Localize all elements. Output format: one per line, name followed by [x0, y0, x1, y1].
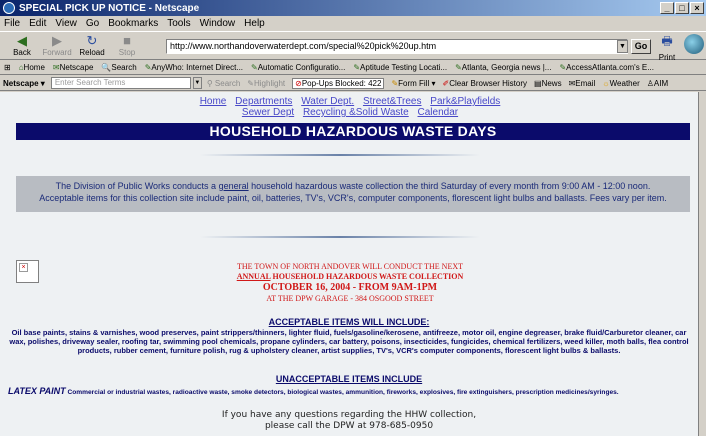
acceptable-items: Oil base paints, stains & varnishes, woo… — [9, 328, 689, 355]
bookmark-accessatlanta[interactable]: ✎AccessAtlanta.com's E... — [559, 63, 653, 72]
go-button[interactable]: Go — [631, 39, 651, 54]
menu-file[interactable]: File — [4, 18, 20, 29]
menu-edit[interactable]: Edit — [29, 18, 46, 29]
window-title: SPECIAL PICK UP NOTICE - Netscape — [19, 2, 200, 14]
unacceptable-items: LATEX PAINT Commercial or industrial was… — [8, 386, 619, 397]
nav-link-recycling[interactable]: Recycling &Solid Waste — [303, 107, 409, 118]
reload-label: Reload — [79, 48, 105, 57]
reload-button[interactable]: ↻ Reload — [76, 33, 108, 58]
search-toolbar: Netscape ▾ Enter Search Terms ▼ ⚲ Search… — [0, 76, 706, 91]
print-button[interactable]: 🖶 Print — [654, 32, 680, 62]
collection-notice: THE TOWN OF NORTH ANDOVER WILL CONDUCT T… — [160, 262, 540, 304]
bookmark-anywho[interactable]: ✎AnyWho: Internet Direct... — [145, 63, 243, 72]
nav-link-sewer-dept[interactable]: Sewer Dept — [242, 107, 294, 118]
sun-icon: ☼ — [602, 78, 610, 88]
search-input[interactable]: Enter Search Terms — [50, 77, 191, 89]
notice-date: OCTOBER 16, 2004 - FROM 9AM-1PM — [262, 282, 438, 293]
menu-bookmarks[interactable]: Bookmarks — [108, 18, 158, 29]
page-title-banner: HOUSEHOLD HAZARDOUS WASTE DAYS — [16, 123, 690, 140]
bookmark-atlanta[interactable]: ✎Atlanta, Georgia news |... — [455, 63, 551, 72]
bookmark-home[interactable]: ⌂Home — [19, 63, 45, 72]
nav-link-calendar[interactable]: Calendar — [418, 107, 459, 118]
menu-tools[interactable]: Tools — [167, 18, 190, 29]
vertical-scrollbar[interactable] — [698, 92, 706, 436]
nav-link-home[interactable]: Home — [200, 96, 227, 107]
bookmarks-bar: ⊞ ⌂Home ✉Netscape 🔍Search ✎AnyWho: Inter… — [0, 60, 706, 75]
menu-go[interactable]: Go — [86, 18, 99, 29]
site-nav: Home Departments Water Dept. Street&Tree… — [180, 96, 520, 118]
intro-paragraph: The Division of Public Works conducts a … — [16, 176, 690, 212]
news-button[interactable]: ▤News — [534, 79, 562, 88]
unacceptable-heading: UNACCEPTABLE ITEMS INCLUDE — [275, 374, 423, 384]
notice-line2: ANNUAL HOUSEHOLD HAZARDOUS WASTE COLLECT… — [236, 272, 464, 281]
bookmark-search[interactable]: 🔍Search — [101, 63, 136, 72]
netscape-logo — [684, 34, 704, 54]
nav-link-park-playfields[interactable]: Park&Playfields — [430, 96, 500, 107]
menu-view[interactable]: View — [55, 18, 77, 29]
highlighter-icon: ✎ — [247, 78, 254, 88]
nav-link-departments[interactable]: Departments — [235, 96, 292, 107]
back-label: Back — [13, 48, 31, 57]
title-bar: SPECIAL PICK UP NOTICE - Netscape _ □ × — [0, 0, 706, 16]
netscape-menu-button[interactable]: Netscape ▾ — [3, 79, 45, 88]
mail-icon: ✉ — [52, 62, 60, 72]
bookmark-aptitude[interactable]: ✎Aptitude Testing Locati... — [353, 63, 447, 72]
url-input[interactable]: http://www.northandoverwaterdept.com/spe… — [166, 39, 628, 54]
search-dropdown-icon[interactable]: ▼ — [192, 77, 202, 89]
search-button[interactable]: ⚲ Search — [207, 79, 240, 88]
divider — [200, 154, 480, 156]
broken-image-placeholder: × — [16, 260, 39, 283]
aim-icon: ♙ — [646, 78, 654, 88]
bookmark-netscape[interactable]: ✉Netscape — [53, 63, 94, 72]
back-button[interactable]: ◀ Back — [6, 33, 38, 58]
maximize-button[interactable]: □ — [675, 2, 689, 14]
stop-icon: ■ — [123, 33, 131, 48]
stop-label: Stop — [118, 48, 136, 57]
search-icon: ⚲ — [206, 78, 215, 88]
bookmark-icon: ✎ — [455, 62, 462, 72]
forward-button[interactable]: ▶ Forward — [41, 33, 73, 58]
forward-arrow-icon: ▶ — [52, 33, 62, 48]
broken-image-icon: × — [19, 263, 28, 272]
minimize-button[interactable]: _ — [660, 2, 674, 14]
highlight-button[interactable]: ✎Highlight — [247, 79, 285, 88]
page-content: Home Departments Water Dept. Street&Tree… — [0, 92, 698, 436]
reload-icon: ↻ — [86, 33, 98, 48]
printer-icon: 🖶 — [661, 34, 673, 48]
menu-bar: File Edit View Go Bookmarks Tools Window… — [0, 16, 706, 31]
nav-link-water-dept[interactable]: Water Dept. — [301, 96, 354, 107]
acceptable-heading: ACCEPTABLE ITEMS WILL INCLUDE: — [268, 317, 430, 327]
bookmark-autoconfig[interactable]: ✎Automatic Configuratio... — [251, 63, 345, 72]
weather-button[interactable]: ☼Weather — [602, 79, 639, 88]
form-fill-button[interactable]: ✎Form Fill ▾ — [391, 79, 435, 88]
url-dropdown-icon[interactable]: ▼ — [617, 40, 628, 53]
netscape-app-icon — [3, 2, 15, 14]
aim-button[interactable]: ♙AIM — [647, 79, 668, 88]
search-icon: 🔍 — [101, 62, 112, 72]
notice-line1: THE TOWN OF NORTH ANDOVER WILL CONDUCT T… — [236, 262, 464, 271]
menu-help[interactable]: Help — [244, 18, 265, 29]
nav-link-street-trees[interactable]: Street&Trees — [363, 96, 422, 107]
email-button[interactable]: ✉Email — [569, 79, 596, 88]
clear-history-button[interactable]: ✐Clear Browser History — [443, 79, 528, 88]
back-arrow-icon: ◀ — [17, 33, 27, 48]
divider — [200, 236, 480, 238]
close-button[interactable]: × — [690, 2, 704, 14]
contact-info: If you have any questions regarding the … — [221, 410, 477, 431]
forward-label: Forward — [42, 48, 72, 57]
notice-location: AT THE DPW GARAGE - 384 OSGOOD STREET — [266, 294, 434, 303]
menu-window[interactable]: Window — [200, 18, 236, 29]
blocked-icon: ⊘ — [295, 78, 302, 88]
bookmark-icon: ✎ — [251, 62, 258, 72]
popup-blocker-badge[interactable]: ⊘Pop-Ups Blocked: 422 — [292, 77, 385, 89]
latex-paint-label: LATEX PAINT — [8, 386, 66, 396]
newspaper-icon: ▤ — [534, 78, 542, 88]
stop-button[interactable]: ■ Stop — [111, 33, 143, 58]
bookmarks-grip-icon: ⊞ — [4, 62, 11, 72]
